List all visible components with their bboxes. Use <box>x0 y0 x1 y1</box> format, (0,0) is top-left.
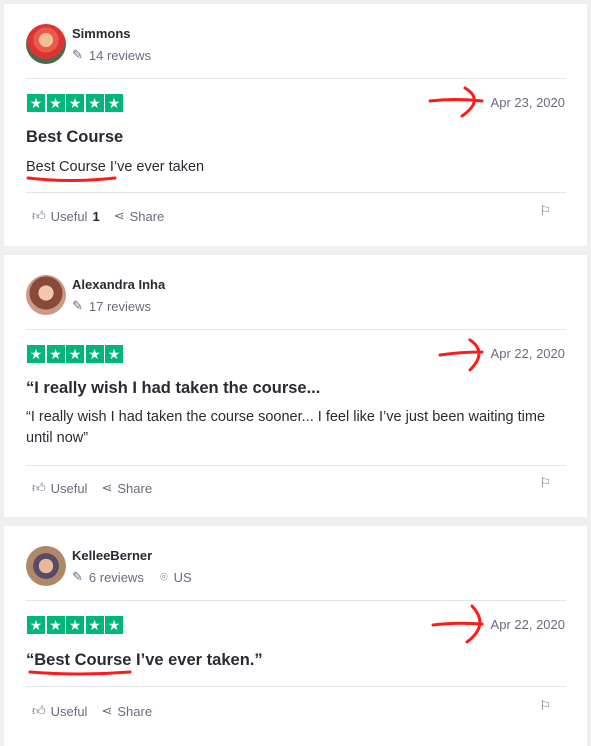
review-body: “I really wish I had taken the course so… <box>26 409 546 446</box>
pencil-icon: ✎ <box>72 47 83 62</box>
avatar[interactable] <box>26 24 66 64</box>
divider <box>26 686 566 687</box>
divider <box>26 329 566 330</box>
review-actions: 👍︎ Useful 1 ⋖ Share <box>32 208 164 224</box>
reviewer-meta: ✎ 17 reviews <box>72 298 152 314</box>
star-icon: ★ <box>66 94 84 112</box>
useful-button[interactable]: 👍︎ Useful 1 <box>32 208 100 224</box>
review-title[interactable]: Best Course <box>26 128 123 147</box>
divider <box>26 192 566 193</box>
review-date: Apr 22, 2020 <box>490 617 565 632</box>
star-icon: ★ <box>105 345 123 363</box>
reviewer-name[interactable]: Simmons <box>72 26 131 41</box>
flag-icon[interactable]: ⚐ <box>539 475 551 491</box>
review-date: Apr 23, 2020 <box>490 95 565 110</box>
divider <box>26 465 566 466</box>
pencil-icon: ✎ <box>72 569 83 584</box>
review-actions: 👍︎ Useful ⋖ Share <box>32 480 152 496</box>
thumbs-up-icon: 👍︎ <box>32 480 46 495</box>
star-icon: ★ <box>27 345 45 363</box>
share-button[interactable]: ⋖ Share <box>114 208 165 224</box>
star-icon: ★ <box>46 616 65 634</box>
reviewer-name[interactable]: Alexandra Inha <box>72 277 165 292</box>
review-card: Alexandra Inha ✎ 17 reviews ★ ★ ★ ★ ★ Apr 22,… <box>4 255 587 517</box>
share-icon: ⋖ <box>113 208 125 223</box>
avatar[interactable] <box>26 275 66 315</box>
star-icon: ★ <box>27 94 45 112</box>
star-icon: ★ <box>66 616 84 634</box>
star-icon: ★ <box>105 94 123 112</box>
divider <box>26 78 566 79</box>
share-button[interactable]: ⋖ Share <box>101 703 152 719</box>
review-actions: 👍︎ Useful ⋖ Share <box>32 703 152 719</box>
review-card: KelleeBerner ✎ 6 reviews ⌾ US ★ ★ ★ ★ ★ Apr 22,… <box>4 526 587 746</box>
star-icon: ★ <box>27 616 45 634</box>
flag-icon[interactable]: ⚐ <box>539 698 551 714</box>
star-rating: ★ ★ ★ ★ ★ <box>27 345 123 363</box>
star-icon: ★ <box>85 94 104 112</box>
star-icon: ★ <box>105 616 123 634</box>
thumbs-up-icon: 👍︎ <box>32 208 46 223</box>
share-icon: ⋖ <box>101 703 113 718</box>
thumbs-up-icon: 👍︎ <box>32 703 46 718</box>
review-title[interactable]: “Best Course I’ve ever taken.” <box>26 651 263 670</box>
useful-button[interactable]: 👍︎ Useful <box>32 703 87 719</box>
review-body: Best Course I’ve ever taken <box>26 159 205 175</box>
star-rating: ★ ★ ★ ★ ★ <box>27 616 123 634</box>
flag-icon[interactable]: ⚐ <box>539 203 551 219</box>
share-icon: ⋖ <box>101 480 113 495</box>
avatar[interactable] <box>26 546 66 586</box>
pencil-icon: ✎ <box>72 298 83 313</box>
reviewer-meta: ✎ 6 reviews ⌾ US <box>72 569 192 585</box>
review-date: Apr 22, 2020 <box>490 346 565 361</box>
reviewer-meta: ✎ 14 reviews <box>72 47 152 63</box>
star-icon: ★ <box>46 94 65 112</box>
useful-button[interactable]: 👍︎ Useful <box>32 480 87 496</box>
star-icon: ★ <box>66 345 84 363</box>
star-icon: ★ <box>46 345 65 363</box>
share-button[interactable]: ⋖ Share <box>101 480 152 496</box>
divider <box>26 600 566 601</box>
star-icon: ★ <box>85 616 104 634</box>
reviewer-name[interactable]: KelleeBerner <box>72 548 152 563</box>
star-icon: ★ <box>85 345 104 363</box>
star-rating: ★ ★ ★ ★ ★ <box>27 94 123 112</box>
review-title[interactable]: “I really wish I had taken the course... <box>26 379 320 398</box>
review-card: Simmons ✎ 14 reviews ★ ★ ★ ★ ★ Apr 23, 2020 B… <box>4 4 587 246</box>
location-pin-icon: ⌾ <box>159 569 168 584</box>
